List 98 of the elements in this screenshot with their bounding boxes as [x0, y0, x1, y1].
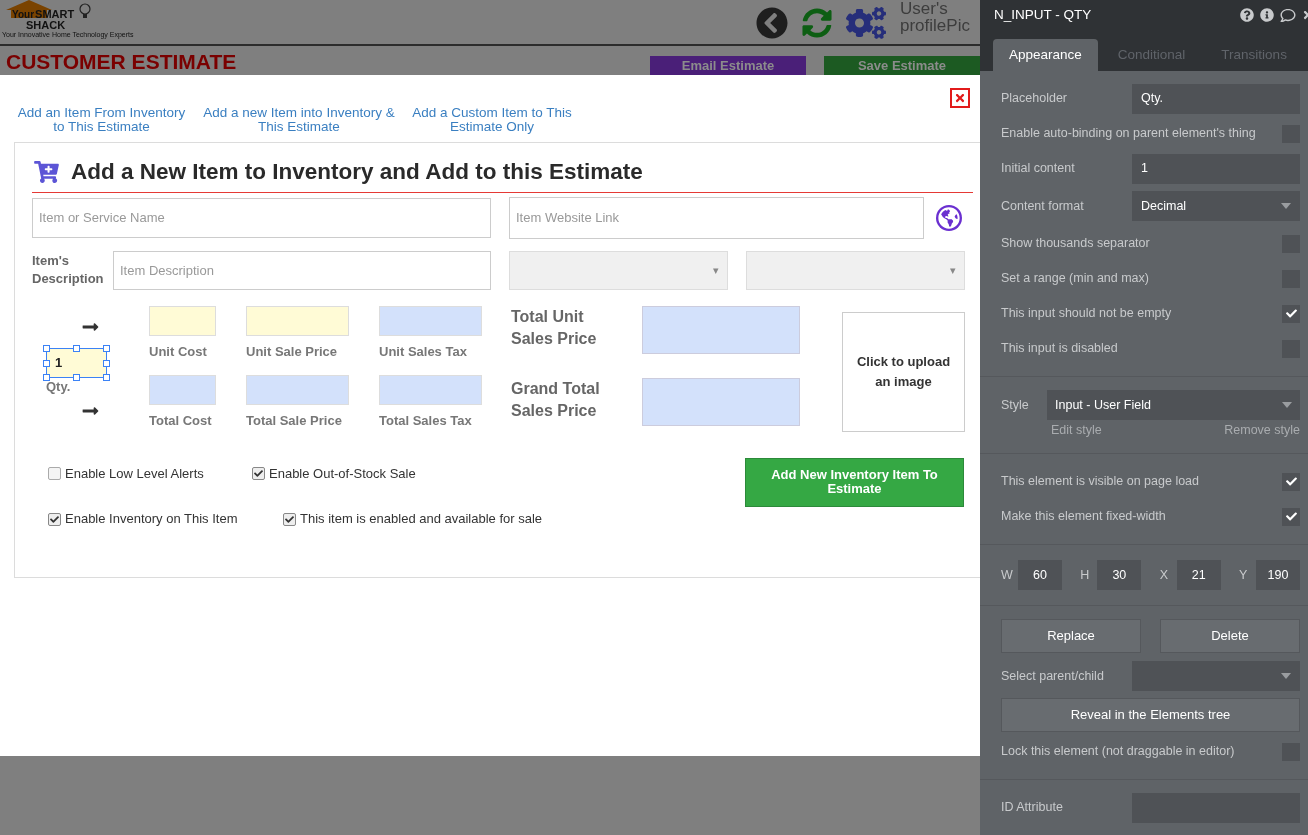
checkmark-icon [1285, 511, 1297, 522]
field-label: Total Sale Price [246, 411, 343, 430]
price-field[interactable] [149, 374, 216, 405]
input-field[interactable]: Item Website Link [509, 196, 924, 239]
checkbox-label: Show thousands separator [1001, 235, 1150, 253]
dimension-label: W [1001, 566, 1014, 584]
total-label: Grand Total Sales Price [511, 378, 601, 421]
reveal-button[interactable]: Reveal in the Elements tree [1001, 698, 1300, 732]
back-icon[interactable] [756, 7, 788, 39]
price-field[interactable] [246, 305, 349, 336]
logo-text: Your [12, 10, 35, 20]
checkbox-label: Lock this element (not draggable in editor) [1001, 743, 1235, 761]
dropdown[interactable]: Decimal [1132, 191, 1300, 222]
settings-icon[interactable] [846, 6, 886, 40]
field-label: Content format [1001, 197, 1084, 215]
caret-icon [1281, 673, 1291, 679]
caret-icon [1282, 402, 1292, 409]
checkbox[interactable] [252, 467, 265, 480]
help-icon[interactable] [1240, 8, 1254, 23]
field-label: ID Attribute [1001, 799, 1063, 817]
price-field[interactable] [379, 374, 482, 405]
checkbox-label: Make this element fixed-width [1001, 508, 1166, 526]
profile-text: profilePic [900, 17, 971, 34]
checkbox-label: Enable Out-of-Stock Sale [269, 464, 416, 483]
quantity-input[interactable]: 1 [46, 347, 107, 378]
field-label: Select parent/child [1001, 667, 1104, 685]
panel-button[interactable]: Delete [1160, 619, 1300, 653]
dropdown[interactable]: Input - User Field [1047, 390, 1300, 421]
globe-icon[interactable] [936, 204, 962, 231]
checkbox[interactable] [48, 512, 61, 526]
dimension-label: Y [1239, 566, 1249, 584]
dimension-label: H [1080, 566, 1091, 584]
checkbox[interactable] [1282, 507, 1300, 526]
checkbox-label: Enable auto-binding on parent element's thing [1001, 125, 1256, 143]
field-label: Total Cost [149, 411, 213, 430]
form-title: Add a New Item to Inventory and Add to this Estimate [71, 158, 643, 186]
dimension-label: X [1159, 566, 1169, 584]
checkbox-label: Enable Inventory on This Item [65, 510, 238, 529]
tab-link[interactable]: Add a new Item into Inventory & This Estimate [201, 106, 397, 134]
price-field[interactable] [246, 374, 349, 405]
checkbox-label: This element is visible on page load [1001, 473, 1200, 491]
field-label: Item's Description [32, 252, 105, 289]
field-label: Unit Sales Tax [379, 342, 468, 361]
checkmark-icon [254, 469, 263, 478]
tab-link[interactable]: Add an Item From Inventory to This Estimate [16, 106, 187, 134]
input-field[interactable]: 21 [1176, 560, 1221, 590]
close-button[interactable] [950, 88, 970, 108]
field-label: Style [1001, 396, 1029, 414]
upload-area[interactable]: Click to upload an image [842, 311, 965, 432]
logo-text: SHACK [26, 20, 67, 31]
input-field[interactable]: 1 [1132, 153, 1300, 184]
price-field[interactable] [379, 305, 482, 336]
checkbox-label: Enable Low Level Alerts [65, 464, 204, 483]
panel-title: N_INPUT - QTY [994, 6, 1092, 24]
refresh-icon[interactable] [802, 8, 832, 38]
total-label: Total Unit Sales Price [511, 306, 598, 349]
checkbox[interactable] [1282, 304, 1300, 323]
panel-button[interactable]: Replace [1001, 619, 1141, 653]
checkmark-icon [50, 514, 59, 524]
info-icon[interactable] [1260, 8, 1274, 23]
input-field[interactable]: 60 [1018, 560, 1062, 590]
checkbox[interactable] [1282, 472, 1300, 491]
field-label: Placeholder [1001, 90, 1067, 108]
dropdown[interactable]: ▾ [746, 250, 965, 290]
total-field[interactable] [642, 377, 800, 426]
add-item-button[interactable]: Add New Inventory Item To Estimate [745, 457, 964, 507]
caret-icon [1281, 203, 1291, 210]
page-title: CUSTOMER ESTIMATE [6, 51, 237, 72]
cart-plus-icon [34, 160, 59, 183]
input-field[interactable]: Item Description [113, 250, 491, 290]
input-field[interactable]: 30 [1097, 560, 1142, 590]
field-label: Unit Sale Price [246, 342, 339, 361]
checkmark-icon [285, 514, 294, 524]
field-label: Unit Cost [149, 342, 208, 361]
close-icon [954, 92, 966, 104]
input-field[interactable]: Item or Service Name [32, 197, 491, 238]
checkbox[interactable] [48, 467, 61, 480]
input-field[interactable]: Qty. [1132, 83, 1300, 114]
checkbox-label: Set a range (min and max) [1001, 270, 1149, 288]
edit-style-link[interactable]: Edit style [1051, 421, 1102, 440]
checkbox[interactable] [283, 512, 296, 526]
checkmark-icon [1285, 308, 1297, 320]
total-field[interactable] [642, 305, 800, 354]
input-field[interactable]: 190 [1256, 560, 1300, 590]
tab-link[interactable]: Add a Custom Item to This Estimate Only [411, 106, 573, 134]
price-field[interactable] [149, 305, 216, 336]
checkbox-label: This input should not be empty [1001, 305, 1172, 323]
field-label: Total Sales Tax [379, 411, 473, 430]
profile-text: User's [900, 0, 949, 17]
checkbox-label: This item is enabled and available for sale [300, 510, 543, 529]
checkmark-icon [1285, 476, 1297, 487]
comment-icon[interactable] [1280, 7, 1296, 23]
panel-tab[interactable]: Appearance [993, 39, 1098, 72]
field-label: Initial content [1001, 160, 1075, 178]
remove-style-link[interactable]: Remove style [1224, 421, 1300, 440]
dropdown[interactable]: ▾ [509, 250, 728, 290]
quantity-label: Qty. [46, 379, 72, 394]
checkbox-label: This input is disabled [1001, 340, 1118, 358]
